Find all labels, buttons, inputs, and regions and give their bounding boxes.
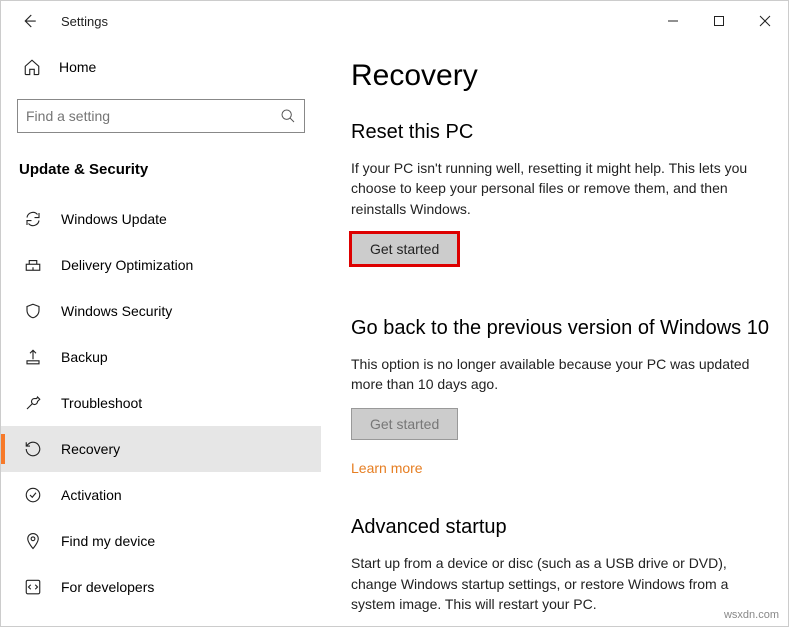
search-icon [280,108,296,124]
window-controls [650,6,788,36]
minimize-icon [667,15,679,27]
page-title: Recovery [351,59,770,93]
section-title: Update & Security [17,161,305,178]
sidebar-item-label: Recovery [61,441,120,457]
advanced-heading: Advanced startup [351,516,770,539]
search-box[interactable] [17,99,305,133]
goback-body: This option is no longer available becau… [351,354,770,395]
sidebar-item-windows-security[interactable]: Windows Security [1,288,321,334]
settings-window: Settings Home [0,0,789,627]
sidebar-item-label: For developers [61,579,154,595]
sidebar-item-troubleshoot[interactable]: Troubleshoot [1,380,321,426]
backup-icon [23,348,43,366]
sidebar-item-windows-update[interactable]: Windows Update [1,196,321,242]
sidebar-item-label: Find my device [61,533,155,549]
wrench-icon [23,394,43,412]
sidebar-item-delivery-optimization[interactable]: Delivery Optimization [1,242,321,288]
sidebar: Home Update & Security Windows Update [1,41,321,626]
minimize-button[interactable] [650,6,696,36]
delivery-icon [23,256,43,274]
back-button[interactable] [17,12,41,30]
reset-heading: Reset this PC [351,121,770,144]
home-label: Home [59,59,96,75]
watermark: wsxdn.com [724,609,779,621]
nav-list: Windows Update Delivery Optimization Win… [1,196,321,610]
sidebar-item-backup[interactable]: Backup [1,334,321,380]
sidebar-item-label: Troubleshoot [61,395,142,411]
goback-heading: Go back to the previous version of Windo… [351,317,770,340]
search-input[interactable] [26,108,280,124]
sidebar-item-recovery[interactable]: Recovery [1,426,321,472]
check-circle-icon [23,486,43,504]
sidebar-item-label: Windows Security [61,303,172,319]
goback-get-started-button: Get started [351,408,458,440]
reset-get-started-button[interactable]: Get started [351,233,458,265]
learn-more-link[interactable]: Learn more [351,460,423,476]
titlebar: Settings [1,1,788,41]
shield-icon [23,302,43,320]
maximize-button[interactable] [696,6,742,36]
sidebar-item-label: Backup [61,349,108,365]
reset-body: If your PC isn't running well, resetting… [351,158,770,219]
sidebar-item-label: Windows Update [61,211,167,227]
window-title: Settings [61,14,108,29]
recovery-icon [23,440,43,458]
home-button[interactable]: Home [17,47,305,87]
location-icon [23,532,43,550]
developer-icon [23,578,43,596]
sidebar-item-for-developers[interactable]: For developers [1,564,321,610]
maximize-icon [713,15,725,27]
sync-icon [23,210,43,228]
home-icon [23,58,41,76]
sidebar-item-find-my-device[interactable]: Find my device [1,518,321,564]
sidebar-item-label: Delivery Optimization [61,257,193,273]
sidebar-item-activation[interactable]: Activation [1,472,321,518]
close-icon [759,15,771,27]
content: Recovery Reset this PC If your PC isn't … [321,41,788,626]
sidebar-item-label: Activation [61,487,122,503]
advanced-body: Start up from a device or disc (such as … [351,553,770,614]
close-button[interactable] [742,6,788,36]
back-arrow-icon [20,12,38,30]
